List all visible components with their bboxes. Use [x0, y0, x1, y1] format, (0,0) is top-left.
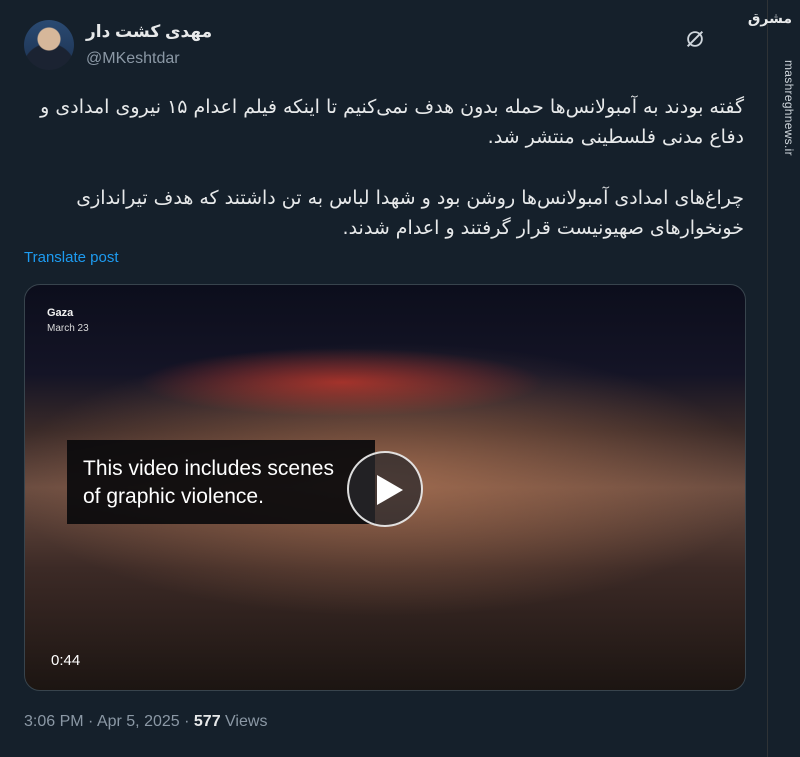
post-paragraph-2: چراغ‌های امدادی آمبولانس‌ها روشن بود و ش… [76, 187, 744, 239]
author-name[interactable]: مهدی کشت دار [86, 22, 212, 42]
warning-line-1: This video includes scenes [83, 457, 334, 480]
post-meta: 3:06 PM · Apr 5, 2025 · 577 Views [24, 713, 268, 730]
translate-post-link[interactable]: Translate post [24, 249, 119, 266]
views-count: 577 [193, 713, 221, 730]
video-player[interactable]: Gaza March 23 This video includes scenes… [24, 284, 746, 691]
views-label: Views [225, 713, 268, 730]
watermark-strip: مشرق mashreghnews.ir [748, 0, 800, 757]
avatar[interactable] [24, 20, 74, 70]
watermark-site: mashreghnews.ir [782, 60, 796, 156]
video-duration: 0:44 [51, 652, 81, 669]
post-time[interactable]: 3:06 PM [24, 713, 84, 730]
graphic-content-warning: This video includes scenes of graphic vi… [67, 440, 375, 524]
post-text: گفته بودند به آمبولانس‌ها حمله بدون هدف … [24, 92, 744, 243]
warning-line-2: of graphic violence. [83, 485, 264, 508]
watermark-logo: مشرق [747, 10, 792, 26]
post-paragraph-1: گفته بودند به آمبولانس‌ها حمله بدون هدف … [40, 96, 744, 148]
video-location: Gaza [47, 307, 74, 319]
post-date[interactable]: Apr 5, 2025 [97, 713, 180, 730]
play-icon [377, 475, 403, 505]
video-date: March 23 [47, 323, 89, 334]
tweet-card: مهدی کشت دار @MKeshtdar گفته بودند به آم… [0, 0, 768, 757]
author-handle[interactable]: @MKeshtdar [86, 50, 180, 68]
grok-icon[interactable] [684, 28, 706, 50]
play-button[interactable] [347, 451, 423, 527]
